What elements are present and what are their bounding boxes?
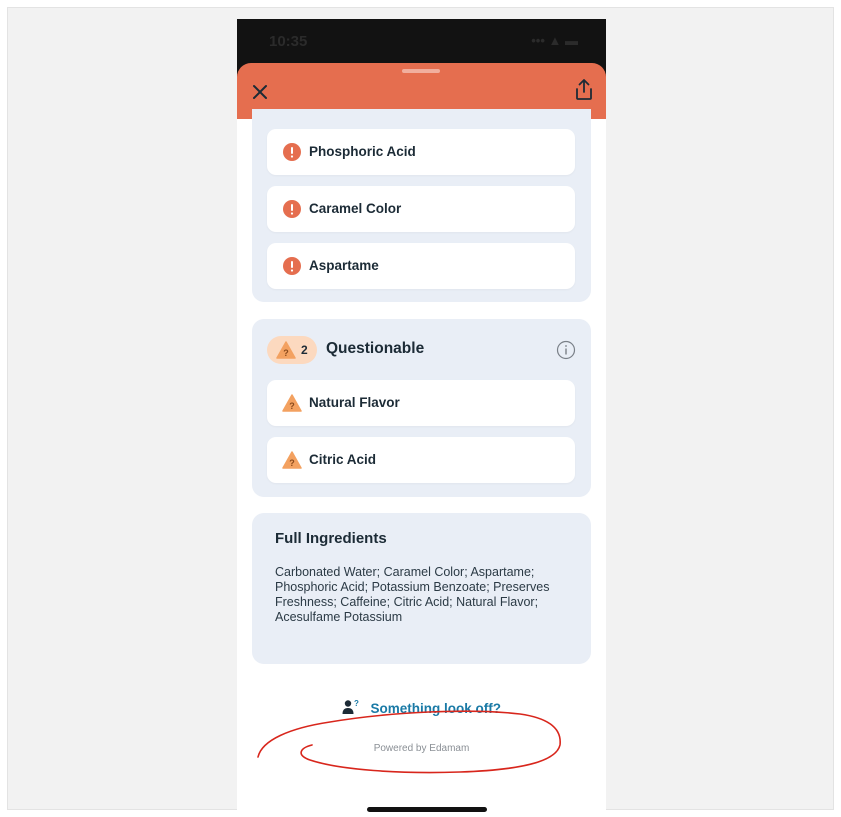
warning-triangle-icon: ? — [282, 394, 302, 412]
svg-text:?: ? — [354, 699, 359, 708]
questionable-count-badge: ? 2 — [267, 336, 317, 364]
ingredient-label: Natural Flavor — [309, 395, 400, 410]
info-icon[interactable] — [556, 340, 576, 360]
person-question-icon: ? — [342, 699, 359, 714]
phone-screen: 10:35 ••• ▲ ▬ Phosphoric Acid Caramel Co… — [237, 19, 606, 817]
full-ingredients-title: Full Ingredients — [275, 530, 387, 547]
questionable-panel: ? 2 Questionable ? Natural Flavor ? Citr… — [252, 319, 591, 497]
svg-text:?: ? — [289, 458, 295, 468]
alert-octagon-icon — [283, 257, 301, 275]
ingredient-row[interactable]: Phosphoric Acid — [267, 129, 575, 175]
ingredient-row[interactable]: ? Citric Acid — [267, 437, 575, 483]
home-indicator — [367, 807, 487, 812]
sheet-grabber[interactable] — [402, 69, 440, 73]
harmful-panel: Phosphoric Acid Caramel Color Aspartame — [252, 109, 591, 302]
warning-triangle-icon: ? — [282, 451, 302, 469]
report-link-label: Something look off? — [370, 701, 501, 716]
alert-octagon-icon — [283, 143, 301, 161]
close-icon[interactable] — [249, 81, 271, 103]
full-ingredients-panel: Full Ingredients Carbonated Water; Caram… — [252, 513, 591, 664]
report-link-row: ? Something look off? — [237, 699, 606, 718]
ingredient-row[interactable]: Aspartame — [267, 243, 575, 289]
ingredient-label: Phosphoric Acid — [309, 144, 416, 159]
questionable-count: 2 — [301, 343, 308, 357]
ingredient-label: Citric Acid — [309, 452, 377, 467]
share-icon[interactable] — [572, 77, 596, 103]
ingredient-label: Aspartame — [309, 258, 379, 273]
report-link[interactable]: ? Something look off? — [342, 699, 501, 718]
ingredient-row[interactable]: ? Natural Flavor — [267, 380, 575, 426]
status-time: 10:35 — [269, 33, 308, 50]
ingredient-row[interactable]: Caramel Color — [267, 186, 575, 232]
powered-by-text: Powered by Edamam — [373, 743, 470, 754]
warning-triangle-icon: ? — [276, 341, 296, 359]
questionable-title: Questionable — [326, 340, 425, 357]
svg-text:?: ? — [283, 348, 289, 358]
alert-octagon-icon — [283, 200, 301, 218]
status-icons: ••• ▲ ▬ — [531, 33, 578, 48]
svg-text:?: ? — [289, 401, 295, 411]
full-ingredients-text: Carbonated Water; Caramel Color; Asparta… — [275, 565, 550, 624]
scroll-content[interactable]: Phosphoric Acid Caramel Color Aspartame — [237, 109, 606, 817]
ingredient-label: Caramel Color — [309, 201, 402, 216]
